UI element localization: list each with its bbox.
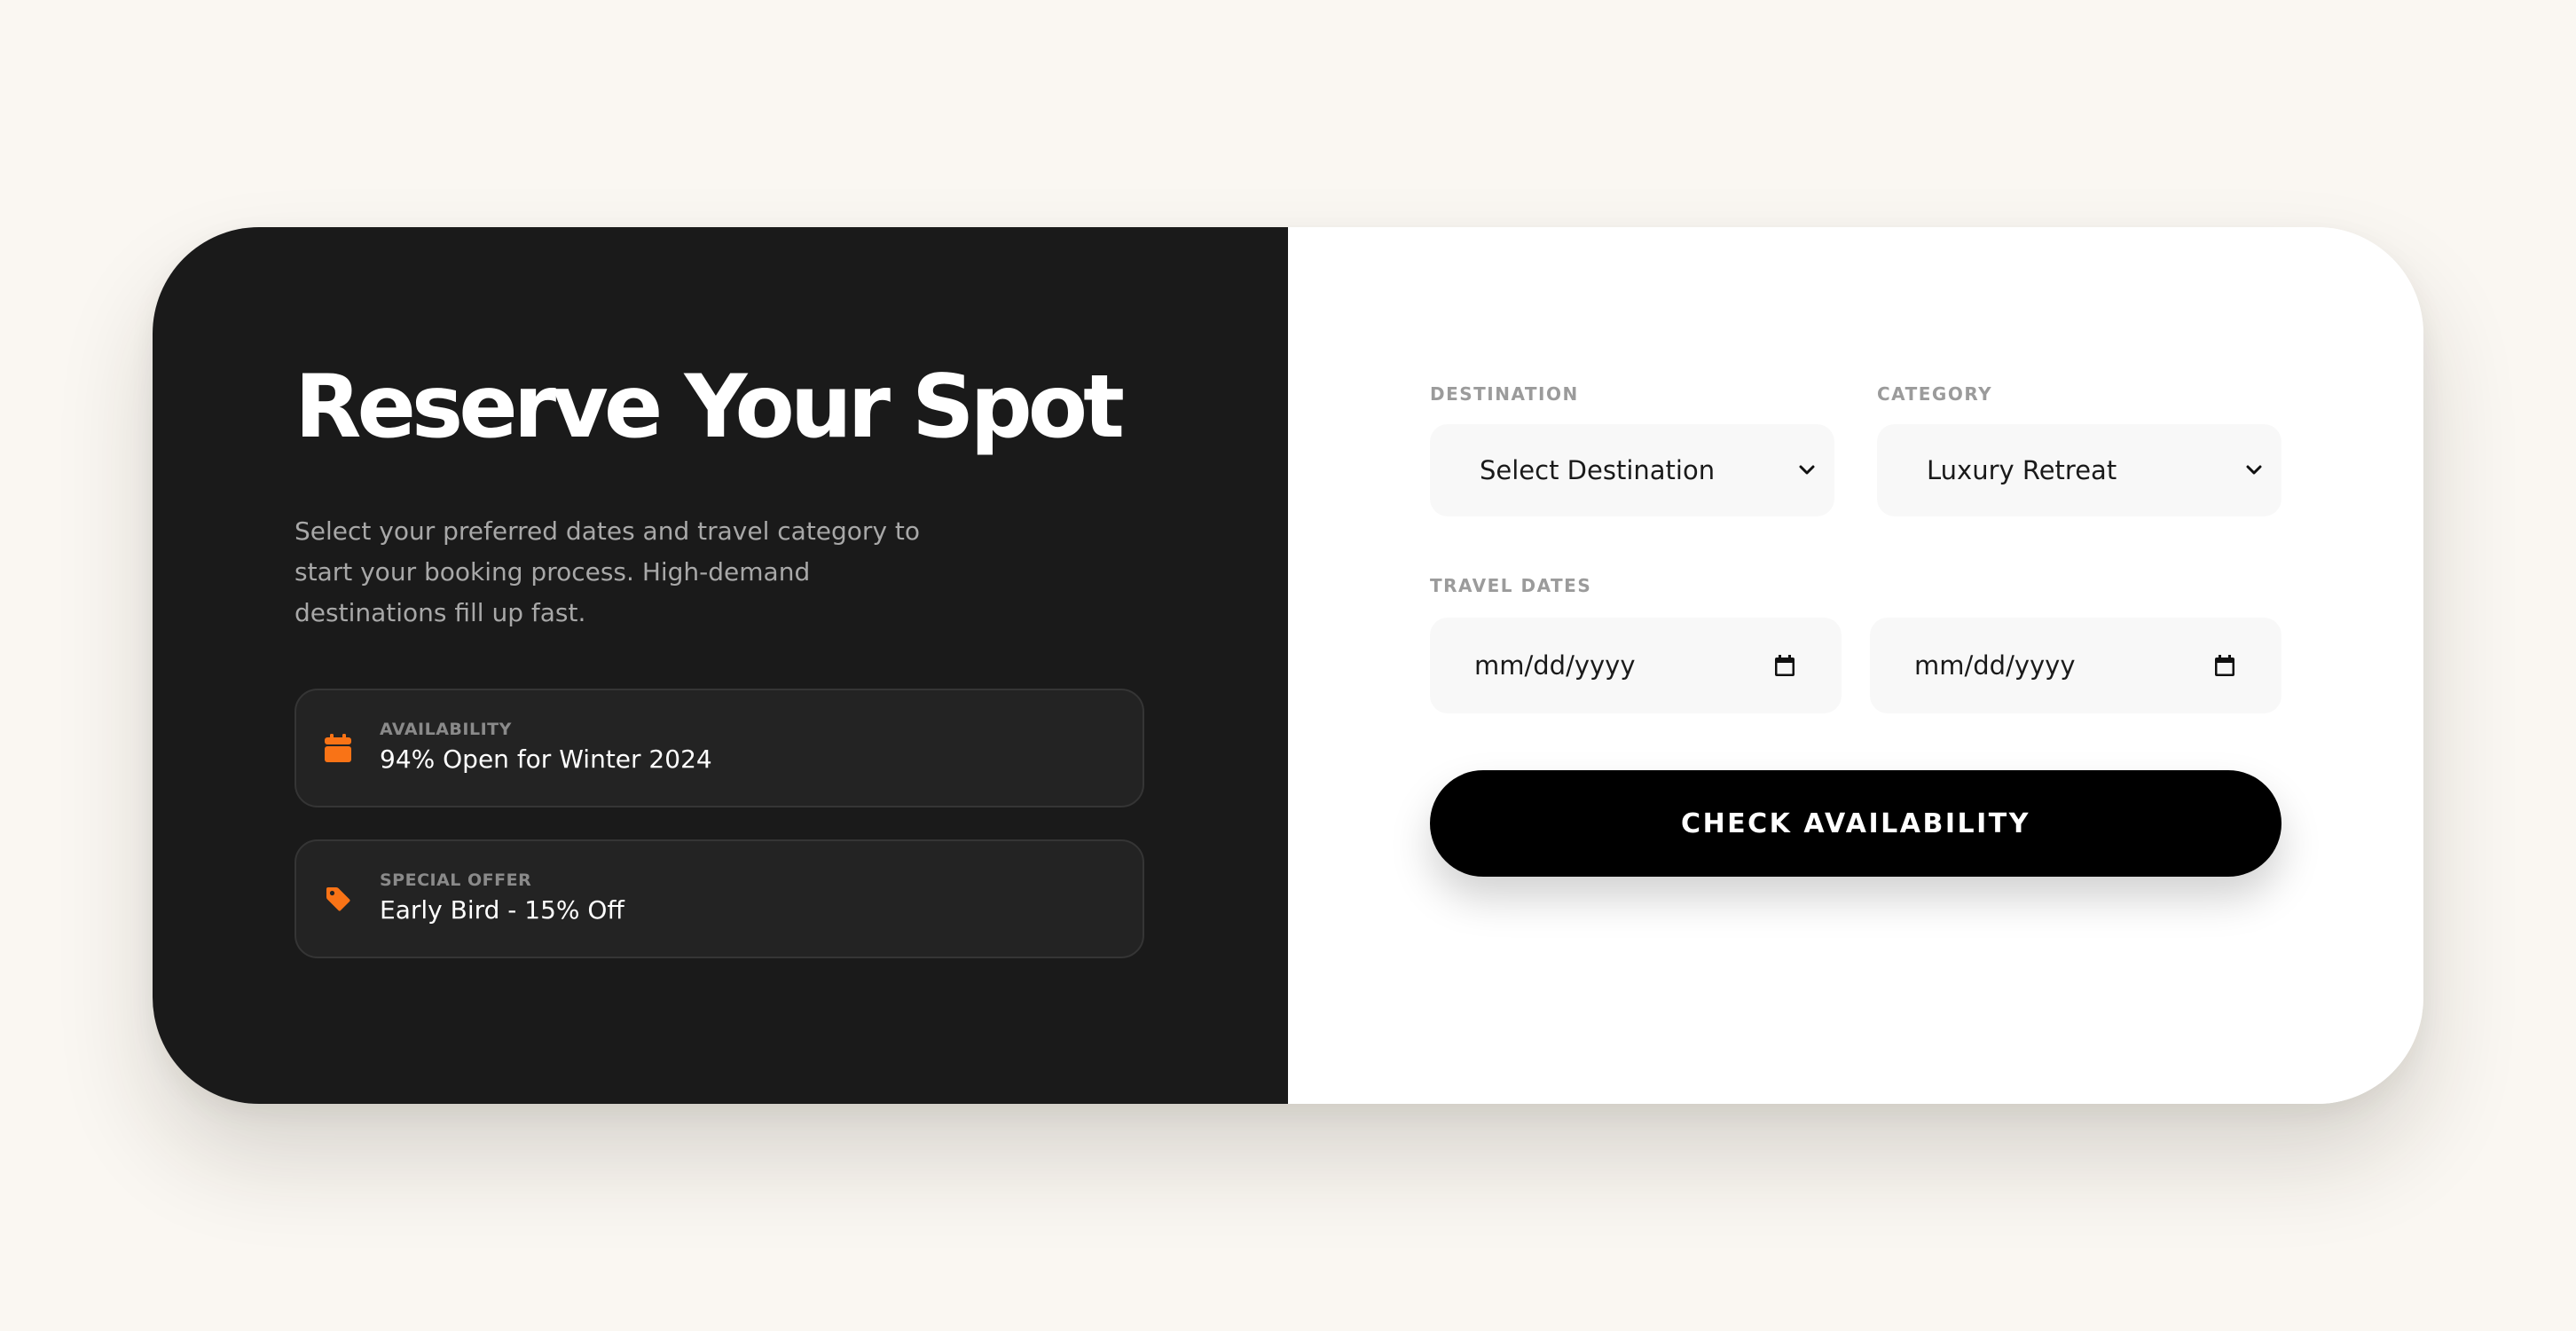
calendar-picker-icon[interactable] xyxy=(1774,654,1795,677)
check-availability-button[interactable]: CHECK AVAILABILITY xyxy=(1430,770,2281,877)
page-title: Reserve Your Spot xyxy=(295,357,1125,458)
booking-info-panel: Reserve Your Spot Select your preferred … xyxy=(153,227,1288,1104)
availability-text: AVAILABILITY 94% Open for Winter 2024 xyxy=(380,719,712,777)
chevron-down-icon xyxy=(1797,461,1817,480)
special-offer-label: SPECIAL OFFER xyxy=(380,870,532,890)
start-date-placeholder: mm/dd/yyyy xyxy=(1474,650,1636,681)
destination-select[interactable]: Select Destination xyxy=(1430,424,1834,516)
destination-label: DESTINATION xyxy=(1430,383,1579,405)
category-selected-value: Luxury Retreat xyxy=(1927,455,2117,485)
travel-dates-label: TRAVEL DATES xyxy=(1430,575,1592,596)
category-label: CATEGORY xyxy=(1877,383,1993,405)
chevron-down-icon xyxy=(2244,461,2264,480)
tag-icon xyxy=(323,884,353,914)
booking-form-panel: DESTINATION Select Destination CATEGORY … xyxy=(1288,227,2423,1104)
end-date-placeholder: mm/dd/yyyy xyxy=(1914,650,2076,681)
availability-info-box: AVAILABILITY 94% Open for Winter 2024 xyxy=(295,689,1144,807)
end-date-input[interactable]: mm/dd/yyyy xyxy=(1870,618,2281,713)
category-select[interactable]: Luxury Retreat xyxy=(1877,424,2281,516)
start-date-input[interactable]: mm/dd/yyyy xyxy=(1430,618,1842,713)
destination-selected-value: Select Destination xyxy=(1480,455,1716,485)
special-offer-value: Early Bird - 15% Off xyxy=(380,895,624,925)
calendar-picker-icon[interactable] xyxy=(2214,654,2235,677)
booking-card: Reserve Your Spot Select your preferred … xyxy=(153,227,2423,1104)
availability-value: 94% Open for Winter 2024 xyxy=(380,744,712,774)
calendar-icon xyxy=(323,733,353,763)
special-offer-text: SPECIAL OFFER Early Bird - 15% Off xyxy=(380,870,624,928)
availability-label: AVAILABILITY xyxy=(380,720,512,739)
special-offer-info-box: SPECIAL OFFER Early Bird - 15% Off xyxy=(295,839,1144,958)
page-description: Select your preferred dates and travel c… xyxy=(295,516,921,627)
